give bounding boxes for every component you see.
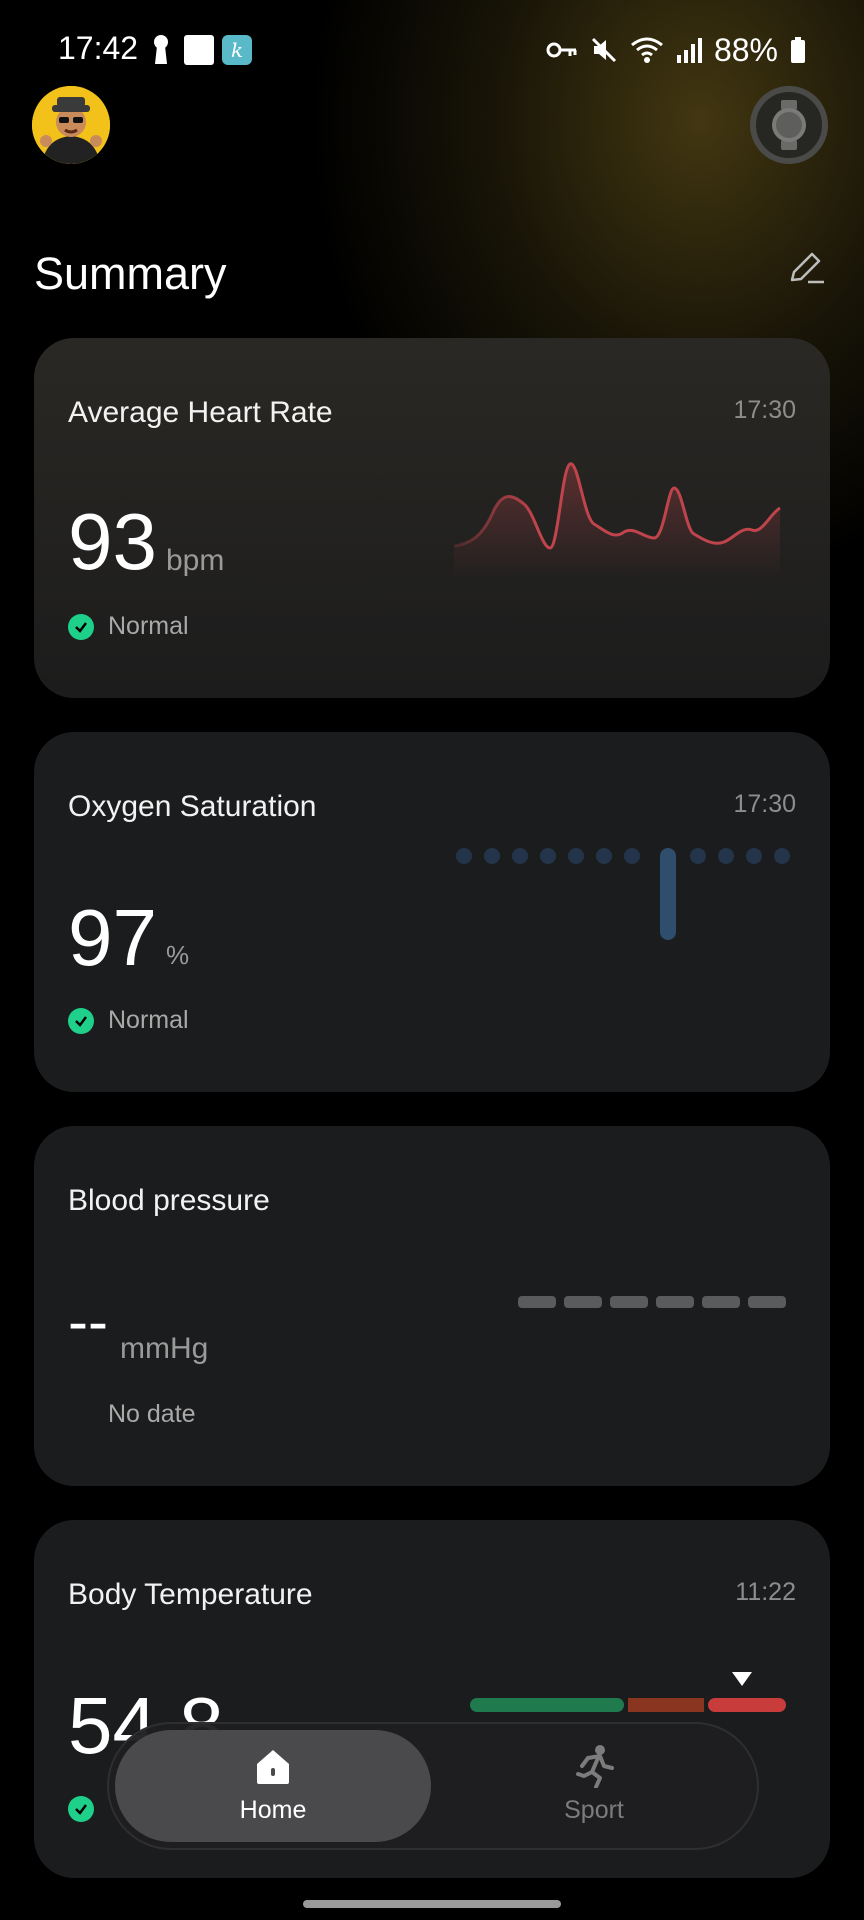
mute-icon xyxy=(591,37,617,63)
signal-icon xyxy=(676,38,702,63)
card-time: 11:22 xyxy=(735,1578,796,1606)
card-title: Body Temperature xyxy=(68,1578,313,1611)
temp-status xyxy=(68,1796,94,1822)
wifi-icon xyxy=(631,37,663,63)
heart-rate-value: 93 xyxy=(68,497,157,586)
card-title: Oxygen Saturation xyxy=(68,790,317,823)
check-icon xyxy=(68,1007,94,1034)
edit-icon[interactable] xyxy=(786,248,826,288)
running-icon xyxy=(576,1745,614,1788)
heart-rate-card[interactable]: Average Heart Rate 17:30 93 bpm Normal xyxy=(34,338,830,698)
heart-rate-unit: bpm xyxy=(166,544,225,577)
blood-pressure-value: -- xyxy=(68,1288,108,1355)
keyhole-icon xyxy=(154,35,168,64)
nav-home-tab[interactable]: Home xyxy=(115,1730,431,1842)
temperature-marker xyxy=(732,1672,752,1686)
oxygen-dots-chart xyxy=(456,848,790,940)
oxygen-unit: % xyxy=(166,940,190,970)
blood-pressure-card[interactable]: Blood pressure -- mmHg No date xyxy=(34,1126,830,1486)
nav-sport-tab[interactable]: Sport xyxy=(439,1730,749,1842)
status-icons: 88% xyxy=(546,30,806,70)
battery-percent: 88% xyxy=(713,31,778,68)
blood-pressure-unit: mmHg xyxy=(120,1332,209,1365)
nav-sport-label: Sport xyxy=(564,1796,624,1824)
watch-device-button[interactable] xyxy=(750,86,828,164)
status-bar: 17:42 k 88% xyxy=(0,0,864,100)
card-time: 17:30 xyxy=(733,396,796,424)
card-title: Blood pressure xyxy=(68,1184,270,1217)
bp-status-text: No date xyxy=(108,1400,196,1428)
oxygen-status: Normal xyxy=(68,1006,189,1035)
bp-status: No date xyxy=(108,1400,196,1429)
app-notification-icon: k xyxy=(222,35,252,65)
avatar[interactable] xyxy=(32,86,110,164)
smartwatch-icon xyxy=(772,100,806,150)
oxygen-card[interactable]: Oxygen Saturation 17:30 97 % Normal xyxy=(34,732,830,1092)
notification-square-icon xyxy=(184,35,214,65)
oxygen-value: 97 xyxy=(68,893,157,982)
card-title: Average Heart Rate xyxy=(68,396,333,429)
heart-rate-sparkline xyxy=(454,462,781,578)
bp-placeholder-bars xyxy=(518,1296,786,1308)
check-icon xyxy=(68,1796,94,1822)
card-time: 17:30 xyxy=(733,790,796,818)
home-icon xyxy=(257,1750,289,1784)
page-title: Summary xyxy=(34,248,227,299)
bottom-navigation: Home Sport xyxy=(107,1722,759,1850)
system-home-indicator[interactable] xyxy=(303,1900,561,1908)
status-time: 17:42 xyxy=(58,30,139,66)
vpn-key-icon xyxy=(546,42,577,58)
heart-status-text: Normal xyxy=(108,612,189,640)
avatar-image xyxy=(32,86,110,164)
check-icon xyxy=(68,613,94,640)
battery-icon xyxy=(791,37,805,63)
heart-status: Normal xyxy=(68,612,189,641)
oxygen-status-text: Normal xyxy=(108,1006,189,1034)
nav-home-label: Home xyxy=(239,1796,307,1824)
temperature-range-bar xyxy=(470,1672,786,1712)
